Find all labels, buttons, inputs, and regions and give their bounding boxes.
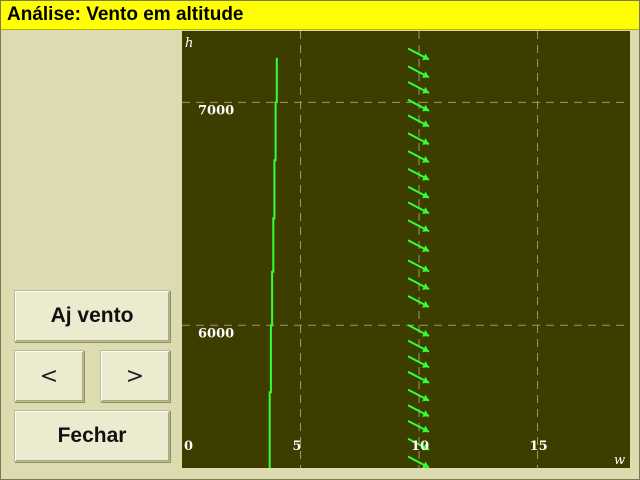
y-tick-label: 7000	[198, 103, 234, 118]
x-tick-label: 5	[293, 439, 302, 454]
window-title: Análise: Vento em altitude	[7, 4, 244, 25]
adjust-wind-button[interactable]: Aj vento	[14, 290, 170, 342]
next-button[interactable]: >	[100, 350, 170, 402]
close-label: Fechar	[57, 424, 127, 447]
adjust-wind-label: Aj vento	[50, 304, 134, 327]
x-tick-label: 15	[530, 439, 548, 454]
chevron-right-icon: >	[125, 363, 145, 389]
previous-button[interactable]: <	[14, 350, 84, 402]
x-tick-label: 0	[184, 439, 193, 454]
y-tick-label: 6000	[198, 326, 234, 341]
chevron-left-icon: <	[39, 363, 59, 389]
y-axis-label: h	[185, 36, 193, 51]
x-tick-label: 10	[411, 439, 429, 454]
wind-profile-chart: 0 5 10 15 6000 7000 h w	[182, 31, 630, 468]
title-bar: Análise: Vento em altitude	[1, 1, 639, 30]
plot-background	[182, 31, 630, 468]
close-button[interactable]: Fechar	[14, 410, 170, 462]
x-axis-label: w	[614, 453, 625, 468]
